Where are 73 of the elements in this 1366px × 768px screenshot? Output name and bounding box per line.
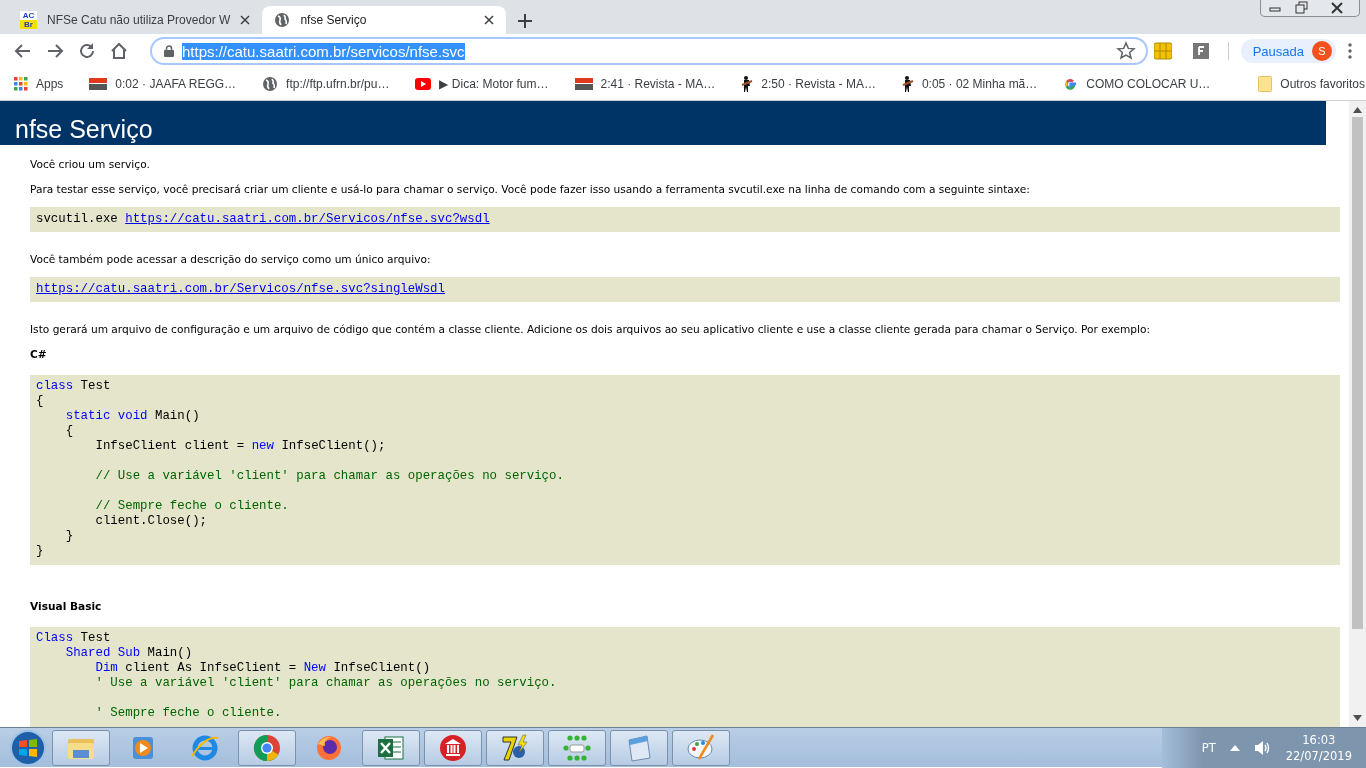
- code-line: Dim client As InfseClient = New InfseClient(): [94, 661, 432, 676]
- globe-icon: [274, 12, 291, 28]
- bookmark-link[interactable]: 2:50 · Revista - MA…: [741, 76, 876, 92]
- profile-button[interactable]: Pausada S: [1240, 39, 1336, 63]
- code-line: }: [64, 529, 75, 544]
- wsdl-link[interactable]: https://catu.saatri.com.br/Servicos/nfse.svc?singleWsdl: [36, 282, 445, 296]
- new-tab-icon[interactable]: [518, 14, 533, 28]
- taskbar-button[interactable]: [362, 729, 420, 766]
- code-line: InfseClient client = new InfseClient();: [94, 439, 387, 454]
- taskbar-button[interactable]: [238, 729, 296, 766]
- section-heading: Visual Basic: [30, 599, 103, 613]
- bookmark-folder[interactable]: Outros favoritos: [1258, 76, 1365, 92]
- code-line: class Test: [36, 379, 112, 394]
- scroll-down-icon[interactable]: [1353, 715, 1362, 721]
- bookmark-link[interactable]: ftp://ftp.ufrn.br/pu…: [262, 76, 390, 92]
- letter-f-icon[interactable]: [1191, 42, 1210, 60]
- section-heading: C#: [30, 347, 48, 361]
- code-line: {: [36, 394, 45, 409]
- speaker-icon[interactable]: [1253, 739, 1272, 756]
- paragraph: Isto gerará um arquivo de configuração e um arquivo de código que contém a classe cliente. Adicione os dois arquivos ao seu aplicativo cliente e use a classe cliente gerada para chamar o Serviço. Por exemplo:: [30, 322, 1151, 336]
- paragraph: Você também pode acessar a descrição do serviço como um único arquivo:: [30, 252, 432, 266]
- star-icon[interactable]: [1115, 41, 1136, 61]
- globe-icon: [262, 76, 279, 92]
- browser-tab[interactable]: nfse Serviço: [262, 6, 507, 34]
- close-icon[interactable]: [484, 15, 495, 25]
- code-line: // Sempre feche o cliente.: [94, 499, 290, 514]
- home-icon[interactable]: [109, 41, 129, 61]
- up-arrow-icon[interactable]: [1229, 744, 1240, 751]
- taskbar-button[interactable]: [52, 729, 110, 766]
- code-line: Class Test: [36, 631, 112, 646]
- paragraph: Você criou um serviço.: [30, 157, 151, 171]
- code-line: static void Main(): [64, 409, 201, 424]
- bookmark-link[interactable]: 0:02 · JAAFA REGG…: [89, 77, 237, 91]
- close-icon[interactable]: [240, 15, 251, 25]
- wsdl-link[interactable]: https://catu.saatri.com.br/Servicos/nfse.svc?wsdl: [125, 212, 490, 226]
- taskbar-button[interactable]: [610, 729, 668, 766]
- code-line: ' Use a variável 'client' para chamar as operações no serviço.: [94, 676, 558, 691]
- taskbar-button[interactable]: [672, 729, 730, 766]
- chip-card-icon[interactable]: [1153, 42, 1172, 60]
- play-logo-icon: [415, 78, 432, 90]
- folder-icon: [1258, 76, 1273, 92]
- code-line: client.Close();: [94, 514, 209, 529]
- bookmark-link[interactable]: Apps: [14, 77, 64, 91]
- reload-icon[interactable]: [77, 41, 97, 61]
- code-line: Shared Sub Main(): [64, 646, 194, 661]
- seven-lightning-icon: [499, 731, 531, 764]
- site-logo: AC Br: [20, 11, 37, 29]
- taskbar-button[interactable]: [486, 729, 544, 766]
- taskbar-button[interactable]: [548, 729, 606, 766]
- code-line: ' Sempre feche o cliente.: [94, 706, 283, 721]
- guitarist-icon: [741, 76, 754, 92]
- scrollbar[interactable]: [1349, 101, 1366, 727]
- url-text: https://catu.saatri.com.br/servicos/nfse.svc: [182, 42, 465, 60]
- code-line: {: [64, 424, 75, 439]
- apps-grid-icon: [14, 77, 28, 91]
- google-logo-icon: [1063, 76, 1079, 92]
- bookmark-link[interactable]: 0:05 · 02 Minha mã…: [901, 76, 1038, 92]
- command-text: svcutil.exe: [36, 212, 118, 226]
- paragraph: Para testar esse serviço, você precisará criar um cliente e usá-lo para chamar o serviço. Você pode fazer isso usando a ferramenta svcutil.exe na linha de comando com a seguinte sintaxe:: [30, 182, 1031, 196]
- profile-avatar: S: [1312, 41, 1332, 61]
- lock-icon: [164, 45, 174, 57]
- scroll-up-icon[interactable]: [1353, 107, 1362, 113]
- start-orb-icon[interactable]: [8, 727, 48, 768]
- scroll-thumb[interactable]: [1352, 117, 1363, 629]
- bookmark-link[interactable]: 2:41 · Revista - MA…: [574, 77, 716, 91]
- bookmark-link[interactable]: ▶ Dica: Motor fum…: [415, 77, 549, 91]
- browser-tab[interactable]: AC Br NFSe Catu não utiliza Provedor W: [8, 6, 263, 34]
- guitarist-icon: [901, 76, 914, 92]
- code-line: }: [36, 544, 45, 559]
- page-title: nfse Serviço: [0, 101, 1326, 145]
- code-line: // Use a variável 'client' para chamar as operações no serviço.: [94, 469, 565, 484]
- bookmark-link[interactable]: COMO COLOCAR U…: [1063, 76, 1211, 92]
- taskbar-button[interactable]: [424, 729, 482, 766]
